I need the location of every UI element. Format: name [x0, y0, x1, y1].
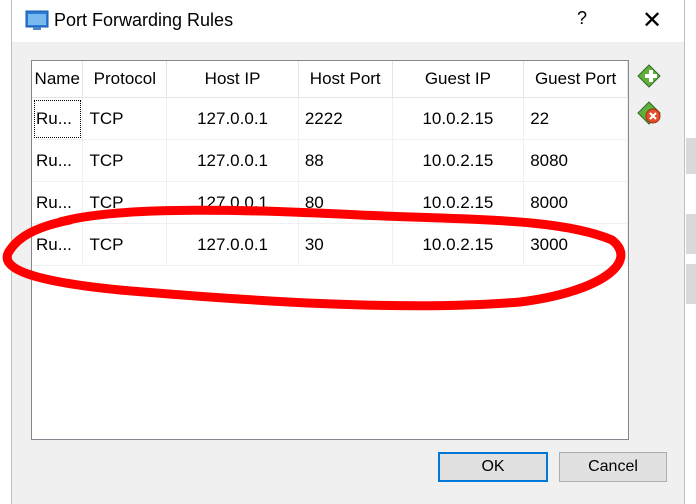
table-row[interactable]: Ru... TCP 127.0.0.1 2222 10.0.2.15 22: [32, 97, 628, 140]
add-rule-icon[interactable]: [635, 62, 663, 90]
cell-host-port[interactable]: 30: [298, 223, 393, 266]
cell-host-port[interactable]: 2222: [298, 97, 393, 140]
cell-name[interactable]: Ru...: [32, 139, 84, 182]
table-header-row: Name Protocol Host IP Host Port Guest IP…: [32, 61, 628, 98]
cell-guest-port[interactable]: 8080: [523, 139, 628, 182]
cell-host-ip[interactable]: 127.0.0.1: [166, 97, 299, 140]
cell-name[interactable]: Ru...: [32, 97, 84, 140]
cell-guest-port[interactable]: 8000: [523, 181, 628, 224]
background-window-edge: [686, 264, 696, 304]
cell-host-port[interactable]: 88: [298, 139, 393, 182]
table-row[interactable]: Ru... TCP 127.0.0.1 88 10.0.2.15 8080: [32, 139, 628, 182]
column-header-guest-port[interactable]: Guest Port: [523, 61, 628, 98]
help-button[interactable]: ?: [572, 8, 592, 32]
cell-host-ip[interactable]: 127.0.0.1: [166, 223, 299, 266]
cell-protocol[interactable]: TCP: [82, 97, 168, 140]
column-header-host-port[interactable]: Host Port: [298, 61, 393, 98]
cell-guest-ip[interactable]: 10.0.2.15: [392, 97, 525, 140]
ok-button[interactable]: OK: [438, 452, 548, 482]
close-button[interactable]: ✕: [634, 6, 670, 36]
cell-guest-ip[interactable]: 10.0.2.15: [392, 139, 525, 182]
cell-protocol[interactable]: TCP: [82, 139, 168, 182]
column-header-host-ip[interactable]: Host IP: [166, 61, 299, 98]
cell-guest-port[interactable]: 3000: [523, 223, 628, 266]
cell-protocol[interactable]: TCP: [82, 181, 168, 224]
cell-name[interactable]: Ru...: [32, 223, 84, 266]
cell-host-port[interactable]: 80: [298, 181, 393, 224]
port-forwarding-dialog: Port Forwarding Rules ? ✕ Name Protocol …: [11, 0, 685, 504]
table-row[interactable]: Ru... TCP 127.0.0.1 30 10.0.2.15 3000: [32, 223, 628, 266]
cell-guest-port[interactable]: 22: [523, 97, 628, 140]
cell-host-ip[interactable]: 127.0.0.1: [166, 139, 299, 182]
cancel-button[interactable]: Cancel: [559, 452, 667, 482]
dialog-title: Port Forwarding Rules: [54, 10, 234, 30]
column-header-name[interactable]: Name: [32, 61, 84, 98]
cell-name[interactable]: Ru...: [32, 181, 84, 224]
rules-table: Name Protocol Host IP Host Port Guest IP…: [31, 60, 629, 440]
background-window-edge: [686, 214, 696, 254]
table-row[interactable]: Ru... TCP 127.0.0.1 80 10.0.2.15 8000: [32, 181, 628, 224]
remove-rule-icon[interactable]: [635, 99, 663, 127]
background-window-edge: [686, 138, 696, 174]
cell-protocol[interactable]: TCP: [82, 223, 168, 266]
app-window-icon: [25, 10, 49, 30]
column-header-guest-ip[interactable]: Guest IP: [392, 61, 525, 98]
cell-host-ip[interactable]: 127.0.0.1: [166, 181, 299, 224]
title-bar: Port Forwarding Rules ? ✕: [12, 0, 684, 42]
cell-guest-ip[interactable]: 10.0.2.15: [392, 181, 525, 224]
cell-guest-ip[interactable]: 10.0.2.15: [392, 223, 525, 266]
column-header-protocol[interactable]: Protocol: [82, 61, 168, 98]
